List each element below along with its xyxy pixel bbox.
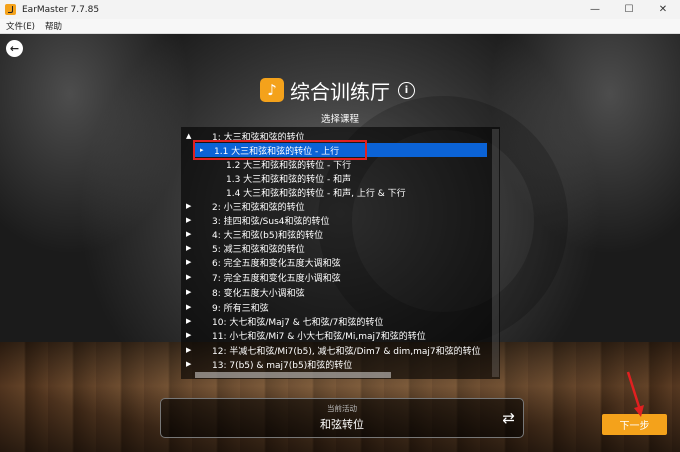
- list-item-label: 8: 变化五度大小调和弦: [212, 288, 305, 299]
- app-icon: [5, 4, 16, 15]
- list-item-label: 5: 减三和弦和弦的转位: [212, 244, 305, 255]
- title-bar: EarMaster 7.7.85 — ☐ ✕: [0, 0, 680, 19]
- list-item[interactable]: ▶ 12: 半减七和弦/Mi7(b5), 减七和弦/Dim7 & dim,maj…: [181, 343, 481, 357]
- list-item[interactable]: 1.3 大三和弦和弦的转位 - 和声: [181, 171, 351, 185]
- list-item-label: 11: 小七和弦/Mi7 & 小大七和弦/Mi,maj7和弦的转位: [212, 331, 426, 342]
- list-item-label: 6: 完全五度和变化五度大调和弦: [212, 258, 341, 269]
- list-item[interactable]: ▶ 2: 小三和弦和弦的转位: [181, 199, 305, 213]
- info-icon[interactable]: i: [398, 81, 415, 99]
- list-subtitle: 选择课程: [320, 114, 359, 125]
- list-item[interactable]: ▶ 11: 小七和弦/Mi7 & 小大七和弦/Mi,maj7和弦的转位: [181, 328, 426, 342]
- course-list[interactable]: ▲ 1: 大三和弦和弦的转位 ▸ 1.1 大三和弦和弦的转位 - 上行 1.2 …: [181, 127, 500, 379]
- vertical-scrollbar[interactable]: [492, 129, 499, 377]
- expand-arrow-icon[interactable]: ▶: [181, 244, 212, 252]
- list-item-label: 12: 半减七和弦/Mi7(b5), 减七和弦/Dim7 & dim,maj7和…: [212, 346, 481, 357]
- list-item[interactable]: ▶ 9: 所有三和弦: [181, 300, 269, 314]
- activity-value: 和弦转位: [320, 418, 364, 431]
- expand-arrow-icon[interactable]: ▶: [181, 317, 212, 325]
- menu-help[interactable]: 帮助: [45, 20, 62, 32]
- list-item[interactable]: ▶ 7: 完全五度和变化五度小调和弦: [181, 270, 341, 284]
- list-item-label: 2: 小三和弦和弦的转位: [212, 202, 305, 213]
- list-item-label: 3: 挂四和弦/Sus4和弦的转位: [212, 216, 330, 227]
- expand-arrow-icon[interactable]: ▶: [181, 303, 212, 311]
- list-item-label: 1.4 大三和弦和弦的转位 - 和声, 上行 & 下行: [226, 188, 406, 199]
- expand-arrow-icon[interactable]: ▶: [181, 258, 212, 266]
- arrow-left-icon: ←: [9, 42, 20, 55]
- back-button[interactable]: ←: [6, 40, 23, 57]
- annotation-highlight-box: [193, 140, 367, 160]
- list-item-label: 4: 大三和弦(b5)和弦的转位: [212, 230, 324, 241]
- list-item[interactable]: 1.4 大三和弦和弦的转位 - 和声, 上行 & 下行: [181, 185, 406, 199]
- list-item[interactable]: ▶ 8: 变化五度大小调和弦: [181, 285, 305, 299]
- list-item[interactable]: ▶ 5: 减三和弦和弦的转位: [181, 241, 305, 255]
- list-item[interactable]: ▶ 3: 挂四和弦/Sus4和弦的转位: [181, 213, 329, 227]
- list-item-label: 13: 7(b5) & maj7(b5)和弦的转位: [212, 360, 353, 371]
- list-item-label: 1.3 大三和弦和弦的转位 - 和声: [226, 174, 352, 185]
- expand-arrow-icon[interactable]: ▶: [181, 230, 212, 238]
- expand-arrow-icon[interactable]: ▶: [181, 346, 212, 354]
- expand-arrow-icon[interactable]: ▶: [181, 216, 212, 224]
- expand-arrow-icon[interactable]: ▶: [181, 331, 212, 339]
- page-heading: ♪ 综合训练厅 i: [260, 77, 415, 104]
- menu-bar: 文件(E) 帮助: [0, 19, 680, 34]
- swap-icon[interactable]: ⇄: [502, 409, 515, 427]
- annotation-arrow-icon: [626, 371, 644, 417]
- expand-arrow-icon[interactable]: ▶: [181, 202, 212, 210]
- collapse-arrow-icon[interactable]: ▲: [181, 132, 212, 140]
- expand-arrow-icon[interactable]: ▶: [181, 360, 212, 368]
- window-controls: — ☐ ✕: [578, 0, 680, 19]
- list-item-label: 7: 完全五度和变化五度小调和弦: [212, 273, 341, 284]
- list-item[interactable]: ▶ 10: 大七和弦/Maj7 & 七和弦/7和弦的转位: [181, 314, 383, 328]
- list-item[interactable]: ▶ 13: 7(b5) & maj7(b5)和弦的转位: [181, 357, 352, 371]
- expand-arrow-icon[interactable]: ▶: [181, 273, 212, 281]
- minimize-button[interactable]: —: [578, 0, 612, 19]
- list-item-label: 9: 所有三和弦: [212, 303, 269, 314]
- music-note-icon: ♪: [260, 78, 284, 102]
- list-item-label: 10: 大七和弦/Maj7 & 七和弦/7和弦的转位: [212, 317, 384, 328]
- list-item[interactable]: ▶ 4: 大三和弦(b5)和弦的转位: [181, 227, 323, 241]
- activity-label: 当前活动: [327, 404, 357, 413]
- expand-arrow-icon[interactable]: ▶: [181, 288, 212, 296]
- horizontal-scrollbar[interactable]: [195, 372, 391, 378]
- list-item[interactable]: ▶ 6: 完全五度和变化五度大调和弦: [181, 255, 341, 269]
- window-title: EarMaster 7.7.85: [22, 4, 100, 15]
- maximize-button[interactable]: ☐: [612, 0, 646, 19]
- close-button[interactable]: ✕: [646, 0, 680, 19]
- current-activity-panel: 当前活动 和弦转位 ⇄: [160, 398, 524, 438]
- page-title: 综合训练厅: [290, 79, 390, 104]
- menu-file[interactable]: 文件(E): [6, 20, 35, 32]
